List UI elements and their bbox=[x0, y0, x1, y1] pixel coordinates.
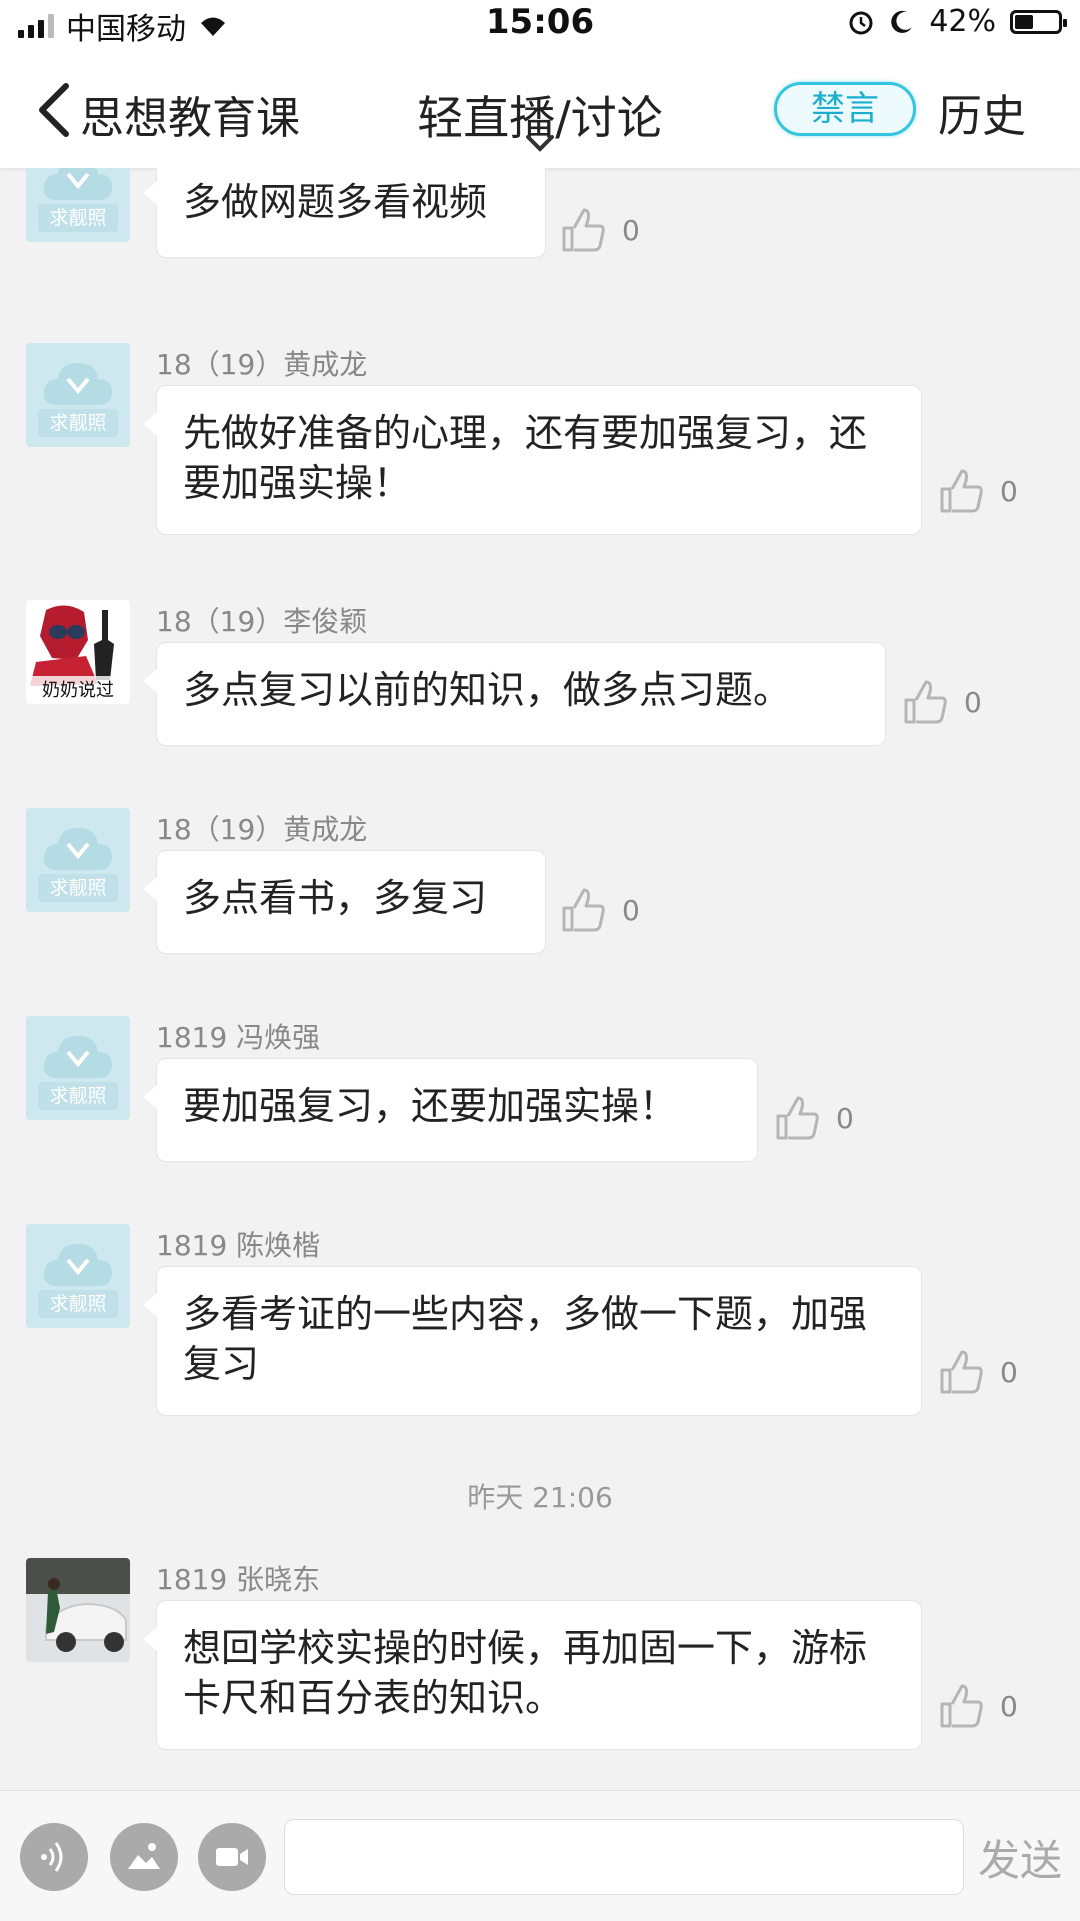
send-button[interactable]: 发送 bbox=[978, 1827, 1062, 1888]
course-name[interactable]: 思想教育课 bbox=[80, 82, 300, 146]
input-bar: 发送 bbox=[0, 1790, 1080, 1921]
thumbs-up-icon bbox=[940, 1350, 983, 1394]
battery-icon bbox=[1010, 9, 1067, 34]
timestamp-divider: 昨天 21:06 bbox=[467, 1481, 613, 1514]
status-right: 42% bbox=[847, 4, 1067, 39]
like-button[interactable]: 0 bbox=[938, 467, 1018, 515]
cloud-icon bbox=[43, 168, 112, 200]
mute-button[interactable]: 禁言 bbox=[774, 82, 916, 136]
like-button[interactable]: 0 bbox=[902, 678, 982, 726]
message-bubble[interactable]: 想回学校实操的时候，再加固一下，游标卡尺和百分表的知识。 bbox=[143, 1600, 922, 1750]
status-bar: 中国移动 15:06 42% bbox=[0, 0, 1080, 52]
like-count: 0 bbox=[1000, 1355, 1018, 1389]
avatar-caption: 求靓照 bbox=[38, 1082, 118, 1110]
car-photo-avatar-image bbox=[26, 1558, 130, 1662]
like-button[interactable]: 0 bbox=[560, 206, 640, 254]
moon-icon bbox=[891, 10, 913, 33]
message-text: 先做好准备的心理，还有要加强复习，还要加强实操！ bbox=[183, 411, 868, 505]
message-text: 多点看书，多复习 bbox=[183, 876, 488, 920]
like-count: 0 bbox=[1000, 1689, 1018, 1723]
avatar-caption: 求靓照 bbox=[38, 1290, 118, 1318]
video-icon bbox=[216, 1848, 248, 1866]
cloud-icon bbox=[43, 828, 112, 870]
thumbs-up-icon bbox=[562, 888, 605, 932]
like-count: 0 bbox=[622, 893, 640, 927]
message-bubble[interactable]: 多看考证的一些内容，多做一下题，加强复习 bbox=[143, 1266, 922, 1416]
header: 思想教育课 轻直播/讨论 禁言 历史 bbox=[0, 52, 1080, 168]
avatar[interactable]: 求靓照 bbox=[26, 808, 130, 912]
voice-icon bbox=[41, 1842, 63, 1872]
sender-name: 18（19）李俊颖 bbox=[156, 605, 368, 638]
avatar[interactable]: 求靓照 bbox=[26, 343, 130, 447]
battery-fill bbox=[1015, 14, 1033, 29]
thumbs-up-icon bbox=[776, 1096, 819, 1140]
avatar-caption: 求靓照 bbox=[38, 409, 118, 437]
avatar[interactable]: 奶奶说过 bbox=[26, 600, 130, 704]
message-text: 多点复习以前的知识，做多点习题。 bbox=[183, 668, 792, 712]
alarm-icon bbox=[849, 11, 873, 34]
message-input[interactable] bbox=[284, 1819, 964, 1895]
avatar[interactable]: 求靓照 bbox=[26, 168, 130, 242]
history-button[interactable]: 历史 bbox=[938, 80, 1026, 144]
message-text: 多看考证的一些内容，多做一下题，加强复习 bbox=[183, 1292, 868, 1386]
like-count: 0 bbox=[836, 1101, 854, 1135]
like-button[interactable]: 0 bbox=[938, 1348, 1018, 1396]
sender-name: 18（19）黄成龙 bbox=[156, 348, 368, 381]
avatar[interactable]: 求靓照 bbox=[26, 1016, 130, 1120]
battery-percent: 42% bbox=[929, 4, 996, 39]
avatar-caption: 求靓照 bbox=[38, 874, 118, 902]
message-bubble[interactable]: 多点看书，多复习 bbox=[143, 850, 546, 954]
like-button[interactable]: 0 bbox=[560, 886, 640, 934]
chat-list[interactable]: 求靓照 多做网题多看视频 0 求靓照 18（19）黄成龙 先做好准备的心理，还有… bbox=[0, 168, 1080, 1790]
chevron-down-icon[interactable] bbox=[525, 134, 555, 154]
like-button[interactable]: 0 bbox=[938, 1682, 1018, 1730]
message-bubble[interactable]: 多做网题多看视频 bbox=[143, 168, 546, 258]
back-arrow-icon[interactable] bbox=[34, 82, 74, 138]
avatar-caption: 求靓照 bbox=[38, 204, 118, 232]
message-text: 多做网题多看视频 bbox=[183, 180, 488, 224]
title-dropdown[interactable] bbox=[420, 72, 660, 172]
avatar[interactable] bbox=[26, 1558, 130, 1662]
avatar-caption: 奶奶说过 bbox=[26, 676, 130, 702]
message-text: 想回学校实操的时候，再加固一下，游标卡尺和百分表的知识。 bbox=[183, 1626, 868, 1720]
thumbs-up-icon bbox=[940, 1684, 983, 1728]
video-button[interactable] bbox=[198, 1823, 266, 1891]
voice-button[interactable] bbox=[20, 1823, 88, 1891]
cloud-icon bbox=[43, 1244, 112, 1286]
cloud-icon bbox=[43, 363, 112, 405]
message-bubble[interactable]: 先做好准备的心理，还有要加强复习，还要加强实操！ bbox=[143, 385, 922, 535]
sender-name: 18（19）黄成龙 bbox=[156, 813, 368, 846]
cloud-icon bbox=[43, 1036, 112, 1078]
thumbs-up-icon bbox=[904, 680, 947, 724]
like-count: 0 bbox=[1000, 474, 1018, 508]
message-text: 要加强复习，还要加强实操！ bbox=[183, 1084, 678, 1128]
avatar[interactable]: 求靓照 bbox=[26, 1224, 130, 1328]
sender-name: 1819 张晓东 bbox=[156, 1563, 321, 1596]
sender-name: 1819 冯焕强 bbox=[156, 1021, 321, 1054]
like-count: 0 bbox=[964, 685, 982, 719]
thumbs-up-icon bbox=[562, 208, 605, 252]
like-count: 0 bbox=[622, 213, 640, 247]
message-bubble[interactable]: 要加强复习，还要加强实操！ bbox=[143, 1058, 758, 1162]
image-icon bbox=[128, 1843, 160, 1869]
thumbs-up-icon bbox=[940, 469, 983, 513]
sender-name: 1819 陈焕楷 bbox=[156, 1229, 321, 1262]
message-bubble[interactable]: 多点复习以前的知识，做多点习题。 bbox=[143, 642, 886, 746]
like-button[interactable]: 0 bbox=[774, 1094, 854, 1142]
image-button[interactable] bbox=[110, 1823, 178, 1891]
